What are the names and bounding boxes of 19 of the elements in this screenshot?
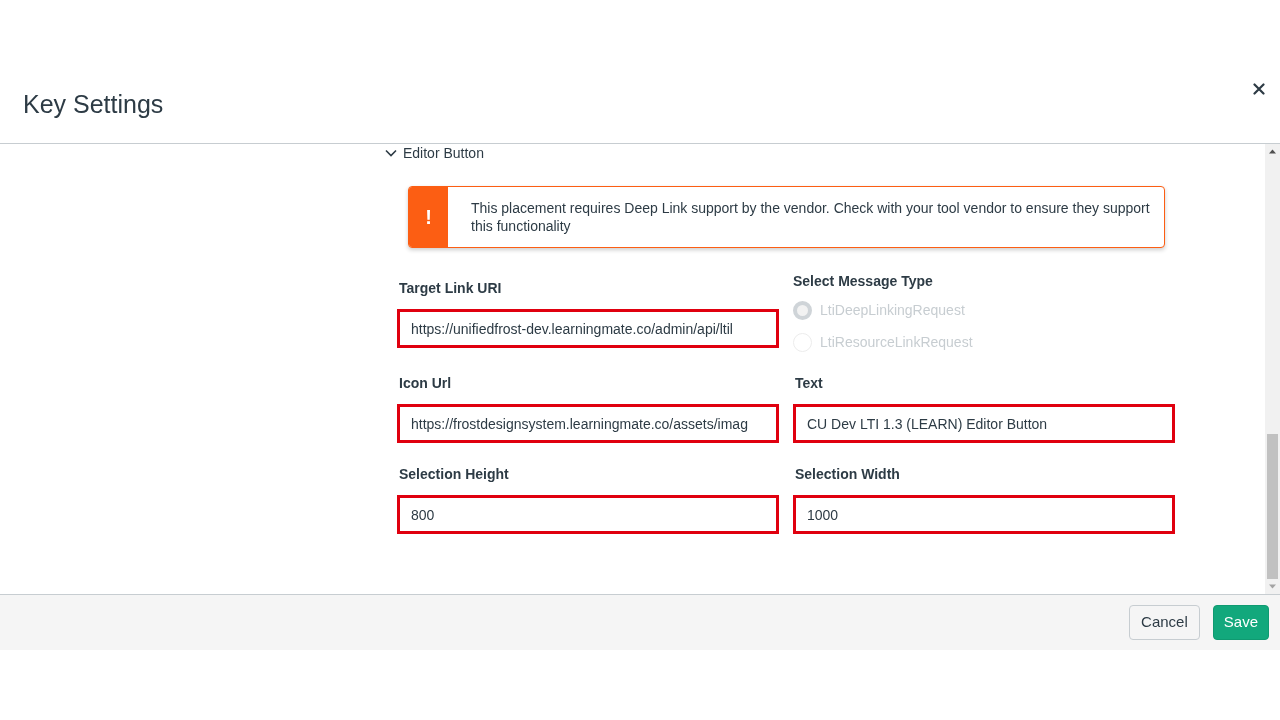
- warning-icon: !: [409, 187, 448, 247]
- input-field[interactable]: https://frostdesignsystem.learningmate.co/assets/imag: [397, 404, 779, 443]
- scrollbar-thumb[interactable]: [1267, 434, 1278, 579]
- alert-message: This placement requires Deep Link support by the vendor. Check with your tool vendor to ensure they support this functionality: [470, 199, 1151, 235]
- input-field[interactable]: https://unifiedfrost-dev.learningmate.co/admin/api/ltil: [397, 309, 779, 348]
- close-icon[interactable]: [1253, 83, 1265, 95]
- scrollbar[interactable]: [1265, 144, 1280, 594]
- dialog-title: Key Settings: [23, 89, 164, 120]
- input-field[interactable]: 800: [397, 495, 779, 534]
- field-label: Selection Width: [794, 465, 900, 483]
- input-field[interactable]: CU Dev LTI 1.3 (LEARN) Editor Button: [793, 404, 1175, 443]
- field-label: Icon Url: [398, 374, 452, 392]
- field-label: Text: [794, 374, 823, 392]
- input-field[interactable]: 1000: [793, 495, 1175, 534]
- field-label: Select Message Type: [793, 272, 933, 290]
- field-label: Target Link URI: [398, 279, 502, 297]
- field-label: Selection Height: [398, 465, 509, 483]
- cancel-button[interactable]: Cancel: [1129, 605, 1200, 640]
- section-toggle[interactable]: Editor Button: [385, 145, 484, 161]
